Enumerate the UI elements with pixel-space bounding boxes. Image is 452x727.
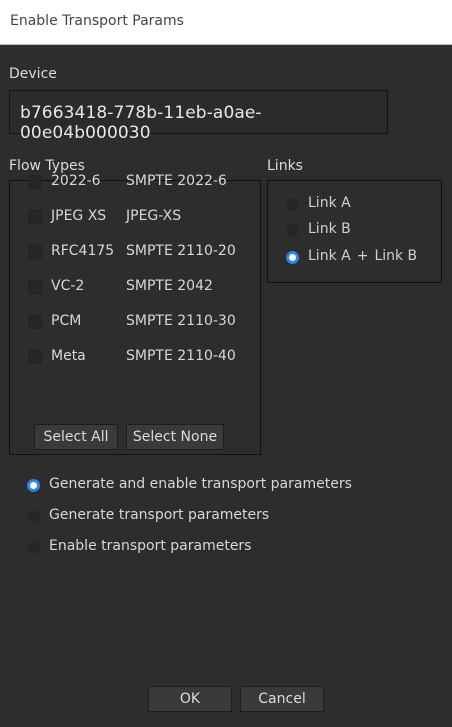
flow-type-code: 2022-6 [51,173,101,189]
flow-type-checkbox[interactable] [28,315,42,329]
enable-only-radio[interactable] [27,541,40,554]
generate-and-enable-radio[interactable] [27,479,40,492]
link-a-label: Link A [308,195,351,211]
flow-type-code: VC-2 [51,278,85,294]
device-id-value: b7663418-778b-11eb-a0ae-00e04b000030 [20,103,262,143]
flow-type-standard: SMPTE 2022-6 [126,173,227,189]
flow-type-row: RFC4175 SMPTE 2110-20 [9,241,245,263]
link-a-plus-b-label: Link A + Link B [308,248,417,264]
flow-type-checkbox[interactable] [28,350,42,364]
flow-type-row: PCM SMPTE 2110-30 [9,311,245,333]
link-a-part: Link A [308,248,351,264]
plus-sign: + [356,248,369,264]
window-title: Enable Transport Params [10,13,184,29]
flow-type-standard: SMPTE 2110-30 [126,313,236,329]
flow-type-checkbox[interactable] [28,280,42,294]
title-bar: Enable Transport Params [0,0,452,45]
flow-type-code: PCM [51,313,82,329]
flow-type-standard: SMPTE 2110-40 [126,348,236,364]
flow-type-checkbox[interactable] [28,210,42,224]
link-b-part: Link B [374,248,418,264]
flow-type-row: JPEG XS JPEG-XS [9,206,245,228]
cancel-button[interactable]: Cancel [240,686,324,712]
flow-type-checkbox[interactable] [28,175,42,189]
flow-type-code: Meta [51,348,86,364]
ok-button[interactable]: OK [148,686,232,712]
flow-type-row: VC-2 SMPTE 2042 [9,276,245,298]
flow-type-code: JPEG XS [51,208,107,224]
generate-and-enable-label: Generate and enable transport parameters [49,476,352,492]
link-b-radio[interactable] [286,224,299,237]
link-a-plus-b-radio[interactable] [286,251,299,264]
flow-type-standard: JPEG-XS [126,208,182,224]
generate-only-label: Generate transport parameters [49,507,270,523]
link-a-radio[interactable] [286,198,299,211]
enable-only-label: Enable transport parameters [49,538,252,554]
links-label: Links [267,158,303,174]
flow-type-row: 2022-6 SMPTE 2022-6 [9,171,245,193]
link-b-label: Link B [308,221,351,237]
generate-only-radio[interactable] [27,510,40,523]
device-field[interactable]: b7663418-778b-11eb-a0ae-00e04b000030 [9,90,388,143]
flow-type-checkbox[interactable] [28,245,42,259]
flow-type-standard: SMPTE 2042 [126,278,213,294]
flow-type-row: Meta SMPTE 2110-40 [9,346,245,368]
select-all-button[interactable]: Select All [34,424,118,450]
device-label: Device [9,66,57,82]
flow-type-code: RFC4175 [51,243,115,259]
select-none-button[interactable]: Select None [126,424,224,450]
flow-type-standard: SMPTE 2110-20 [126,243,236,259]
dialog-window: Enable Transport Params Device b7663418-… [0,0,452,727]
